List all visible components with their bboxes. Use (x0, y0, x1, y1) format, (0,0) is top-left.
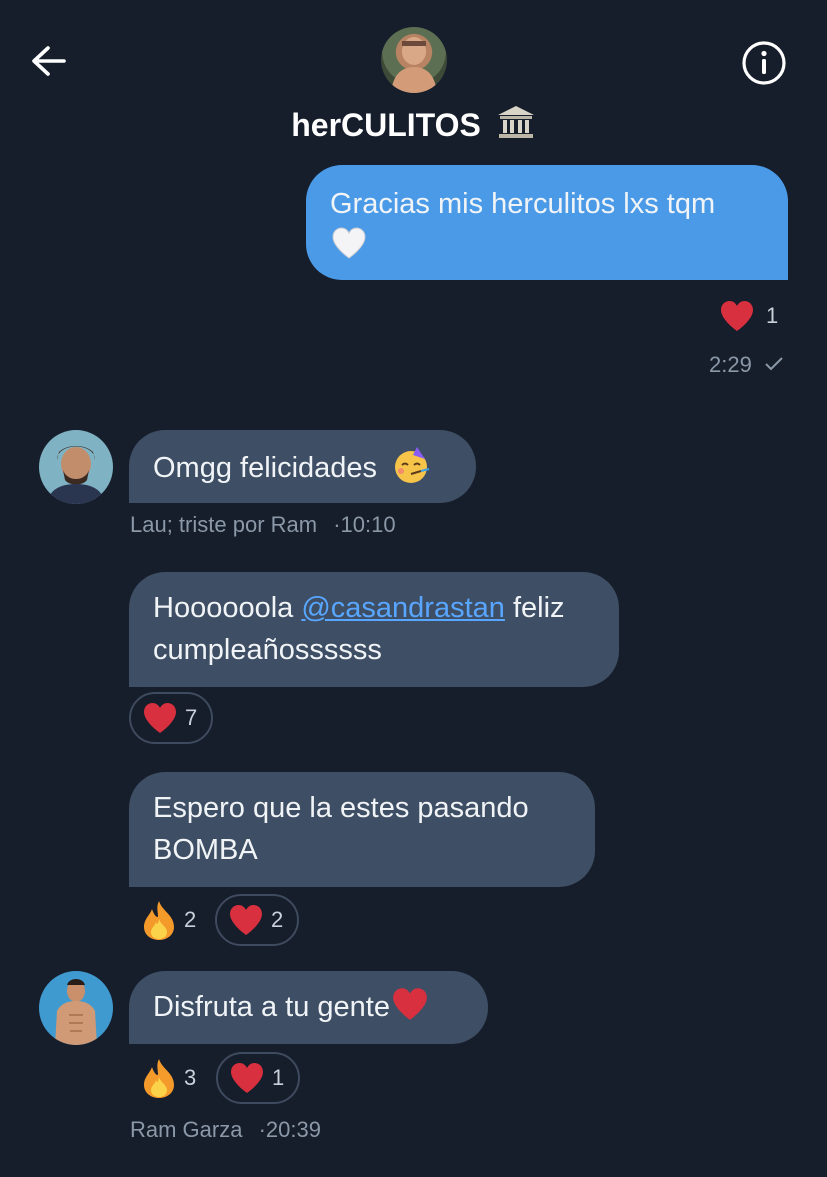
message-text: Gracias mis herculitos lxs tqm (330, 188, 716, 220)
classical-building-icon (497, 106, 534, 138)
heart-icon (721, 301, 753, 331)
avatar-ram-garza[interactable] (39, 971, 113, 1045)
reaction-heart[interactable]: 1 (718, 290, 778, 342)
message-text: feliz (504, 592, 565, 624)
partying-face-emoji (395, 447, 430, 483)
heart-icon (230, 905, 262, 935)
white-heart-emoji (332, 227, 366, 259)
message-time: ·20:39 (258, 1117, 321, 1142)
title-text: herCULITOS (291, 107, 481, 143)
avatar-lau[interactable] (39, 430, 113, 504)
reaction-count: 7 (185, 705, 198, 730)
message-text: Omgg felicidades (153, 452, 378, 484)
message-text: Disfruta a tu gente (153, 991, 390, 1023)
reaction-count: 1 (272, 1065, 285, 1090)
group-avatar-image (391, 37, 437, 93)
group-avatar[interactable] (381, 27, 447, 93)
fire-icon (144, 1059, 174, 1098)
message-text: Espero que la estes pasando (153, 792, 529, 824)
reaction-fire[interactable]: 3 (140, 1052, 196, 1104)
message-text-line2: cumpleañossssss (153, 634, 382, 666)
reaction-fire[interactable]: 2 (140, 894, 196, 946)
info-button[interactable] (740, 39, 788, 87)
incoming-message-bubble[interactable]: Hoooooola @casandrastan feliz cumpleaños… (129, 572, 619, 687)
reaction-count: 1 (766, 303, 779, 328)
message-time: ·10:10 (333, 512, 396, 537)
reaction-count: 3 (184, 1065, 197, 1090)
reaction-count: 2 (271, 907, 284, 932)
avatar-image (39, 430, 113, 504)
time-text: 2:29 (709, 352, 752, 377)
incoming-message-bubble[interactable]: Omgg felicidades (129, 430, 476, 503)
fire-icon (144, 901, 174, 940)
message-text-line2: BOMBA (153, 834, 258, 866)
check-icon (765, 357, 783, 371)
info-circle-icon (742, 41, 786, 85)
avatar-image (39, 971, 113, 1045)
heart-icon (144, 703, 176, 733)
incoming-message-bubble[interactable]: Espero que la estes pasando BOMBA (129, 772, 595, 887)
arrow-left-icon (32, 46, 66, 76)
reaction-count: 2 (184, 907, 197, 932)
heart-icon (231, 1063, 263, 1093)
red-heart-emoji (393, 988, 427, 1020)
sender-name: Ram Garza (130, 1117, 243, 1142)
reaction-heart[interactable]: 1 (216, 1052, 300, 1104)
sender-line: Lau; triste por Ram ·10:10 (130, 512, 396, 538)
reaction-heart[interactable]: 2 (215, 894, 299, 946)
back-button[interactable] (28, 40, 72, 84)
message-timestamp: 2:29 (709, 352, 784, 378)
user-mention-link[interactable]: @casandrastan (301, 592, 505, 624)
message-text: Hoooooola (153, 592, 302, 624)
outgoing-message-bubble[interactable]: Gracias mis herculitos lxs tqm (306, 165, 788, 280)
conversation-title: herCULITOS (0, 104, 827, 145)
incoming-message-bubble[interactable]: Disfruta a tu gente (129, 971, 488, 1044)
reaction-heart[interactable]: 7 (129, 692, 213, 744)
sender-name: Lau; triste por Ram (130, 512, 318, 537)
sender-line: Ram Garza ·20:39 (130, 1117, 321, 1143)
